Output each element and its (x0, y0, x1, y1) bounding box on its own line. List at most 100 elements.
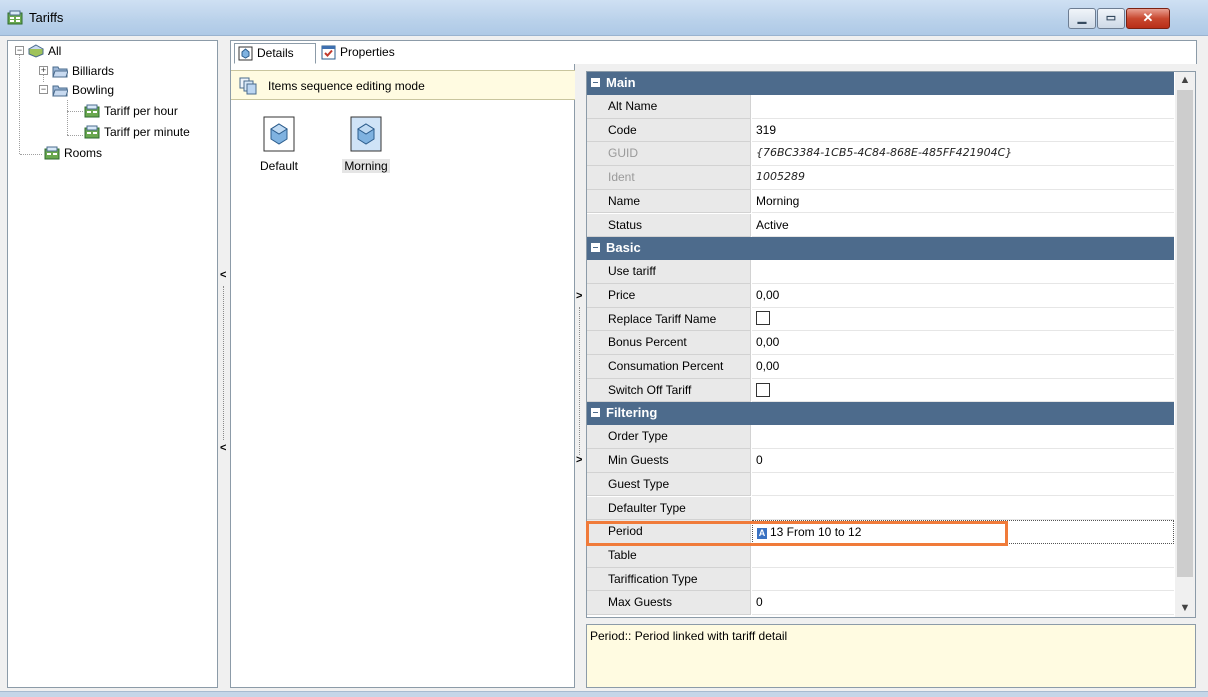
property-value[interactable] (752, 425, 1174, 450)
minimize-button[interactable]: ▁ (1068, 8, 1096, 29)
tree-line (67, 100, 68, 135)
property-name: Switch Off Tariff (587, 378, 751, 403)
property-name: Code (587, 118, 751, 143)
property-row-order-type[interactable]: Order Type (587, 425, 1174, 450)
folder-icon (28, 44, 44, 58)
collapse-category-icon[interactable] (591, 78, 600, 87)
property-value[interactable] (752, 95, 1174, 119)
property-grid-scrollbar[interactable]: ▲ ▼ (1175, 72, 1195, 617)
property-value[interactable] (752, 568, 1174, 592)
property-name: Name (587, 189, 751, 214)
property-value[interactable]: 0,00 (752, 355, 1174, 379)
property-value[interactable]: 0 (752, 591, 1174, 615)
item-label: Default (259, 159, 299, 173)
close-button[interactable]: ✕ (1126, 8, 1170, 29)
item-morning[interactable]: Morning (334, 116, 398, 173)
property-value[interactable]: 0,00 (752, 284, 1174, 308)
tariff-icon (84, 104, 100, 118)
collapse-left-arrow-icon[interactable]: < (220, 269, 226, 281)
expand-right-arrow-icon[interactable]: > (576, 454, 582, 466)
maximize-button[interactable]: ▭ (1097, 8, 1125, 29)
item-default[interactable]: Default (247, 116, 311, 173)
right-splitter[interactable]: > > (575, 64, 585, 688)
category-label: Basic (606, 240, 641, 256)
property-row-switch-off-tariff[interactable]: Switch Off Tariff (587, 378, 1174, 403)
property-description-text: Period:: Period linked with tariff detai… (590, 629, 788, 643)
property-row-tariffication-type[interactable]: Tariffication Type (587, 567, 1174, 592)
property-row-guest-type[interactable]: Guest Type (587, 472, 1174, 497)
property-value[interactable] (752, 473, 1174, 497)
property-value[interactable] (752, 544, 1174, 568)
property-row-status[interactable]: Status Active (587, 213, 1174, 238)
tab-label: Properties (340, 45, 395, 59)
tab-details[interactable]: Details (234, 43, 316, 64)
property-value[interactable] (752, 379, 1174, 403)
property-name: Guest Type (587, 472, 751, 497)
property-row-bonus-percent[interactable]: Bonus Percent 0,00 (587, 331, 1174, 355)
property-value[interactable]: 0 (752, 449, 1174, 473)
expand-right-arrow-icon[interactable]: > (576, 290, 582, 302)
property-value[interactable]: 0,00 (752, 331, 1174, 355)
property-name: Consumation Percent (587, 355, 751, 379)
window-bottom-edge (0, 691, 1208, 697)
property-name: Ident (587, 166, 751, 190)
property-value[interactable]: Morning (752, 190, 1174, 214)
property-value[interactable] (752, 308, 1174, 332)
scroll-down-icon[interactable]: ▼ (1175, 600, 1195, 617)
property-name: Defaulter Type (587, 496, 751, 521)
category-label: Main (606, 75, 636, 90)
category-basic[interactable]: Basic (587, 237, 1174, 261)
property-row-name[interactable]: Name Morning (587, 189, 1174, 214)
tree-line (67, 111, 83, 112)
tree-item-tariff-per-minute[interactable]: Tariff per minute (84, 122, 191, 140)
switch-off-tariff-checkbox[interactable] (756, 382, 770, 397)
collapse-category-icon[interactable] (591, 243, 600, 253)
property-row-price[interactable]: Price 0,00 (587, 283, 1174, 308)
tree-item-bowling[interactable]: Bowling (52, 80, 115, 98)
mode-bar-text: Items sequence editing mode (268, 79, 425, 93)
expand-billiards-toggle[interactable]: + (39, 66, 48, 75)
property-row-replace-tariff-name[interactable]: Replace Tariff Name (587, 307, 1174, 332)
property-row-ident[interactable]: Ident 1005289 (587, 166, 1174, 190)
tree-item-rooms[interactable]: Rooms (44, 143, 103, 161)
category-filtering[interactable]: Filtering (587, 402, 1174, 426)
property-name: Status (587, 213, 751, 238)
property-row-defaulter-type[interactable]: Defaulter Type (587, 496, 1174, 521)
property-row-alt-name[interactable]: Alt Name (587, 95, 1174, 119)
replace-tariff-name-checkbox[interactable] (756, 311, 770, 326)
property-row-max-guests[interactable]: Max Guests 0 (587, 591, 1174, 615)
property-row-guid[interactable]: GUID {76BC3384-1CB5-4C84-868E-485FF42190… (587, 142, 1174, 167)
tariffs-app-icon (7, 10, 23, 25)
property-row-consumation-percent[interactable]: Consumation Percent 0,00 (587, 355, 1174, 379)
scroll-up-icon[interactable]: ▲ (1175, 72, 1195, 89)
tree-item-label: Tariff per minute (104, 124, 190, 139)
property-row-min-guests[interactable]: Min Guests 0 (587, 449, 1174, 473)
folder-icon (52, 66, 68, 78)
category-main[interactable]: Main (587, 72, 1174, 95)
properties-icon (321, 45, 336, 60)
collapse-bowling-toggle[interactable]: − (39, 85, 48, 94)
tree-line (67, 135, 83, 136)
details-items-panel: Items sequence editing mode Default Morn… (230, 64, 575, 688)
tab-label: Details (257, 46, 294, 60)
scrollbar-thumb[interactable] (1177, 90, 1193, 577)
property-row-use-tariff[interactable]: Use tariff (587, 260, 1174, 284)
folder-open-icon (52, 85, 68, 97)
tab-properties[interactable]: Properties (318, 43, 408, 64)
left-splitter[interactable]: < < (219, 40, 229, 688)
window-title: Tariffs (29, 10, 64, 25)
collapse-all-toggle[interactable]: − (15, 46, 24, 55)
tariff-tree[interactable]: − All + Billiards − Bowling Tariff per h… (7, 40, 218, 688)
tree-item-billiards[interactable]: Billiards (52, 61, 115, 79)
property-value[interactable] (752, 497, 1174, 521)
property-value[interactable]: 319 (752, 119, 1174, 143)
property-value[interactable] (752, 260, 1174, 284)
property-name: Tariffication Type (587, 567, 751, 592)
collapse-left-arrow-icon[interactable]: < (220, 442, 226, 454)
tree-item-tariff-per-hour[interactable]: Tariff per hour (84, 101, 179, 119)
property-row-code[interactable]: Code 319 (587, 118, 1174, 143)
collapse-category-icon[interactable] (591, 408, 600, 418)
tree-item-all[interactable]: All (28, 41, 62, 59)
property-row-table[interactable]: Table (587, 543, 1174, 568)
property-value[interactable]: Active (752, 214, 1174, 238)
